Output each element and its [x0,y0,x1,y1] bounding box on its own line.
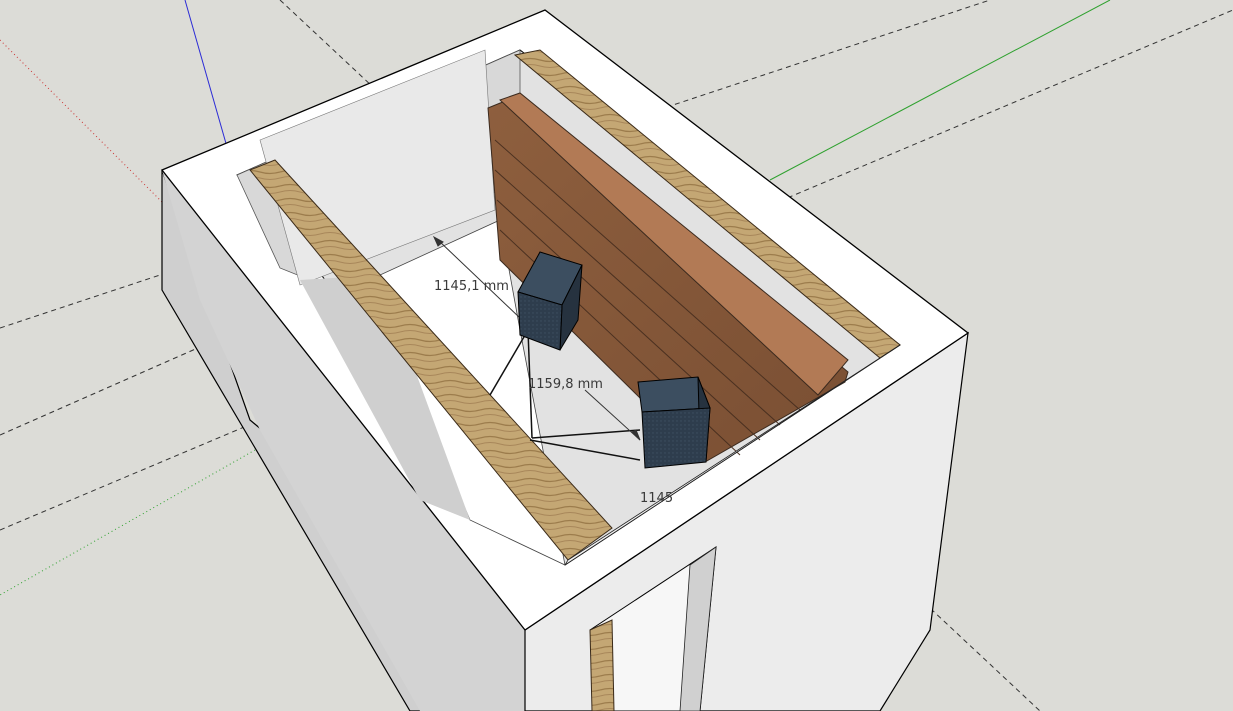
scene-canvas[interactable]: 1145,1 mm 1159,8 mm 1145 [0,0,1233,711]
3d-viewport[interactable]: 1145,1 mm 1159,8 mm 1145 [0,0,1233,711]
dimension-label-3: 1145 [640,491,673,506]
green-axis [769,0,1111,181]
speaker-2[interactable] [637,376,711,469]
dimension-label-2: 1159,8 mm [528,377,603,392]
green-axis-dotted [0,449,256,596]
dimension-label-1: 1145,1 mm [434,279,509,294]
door-jamb [589,619,615,711]
